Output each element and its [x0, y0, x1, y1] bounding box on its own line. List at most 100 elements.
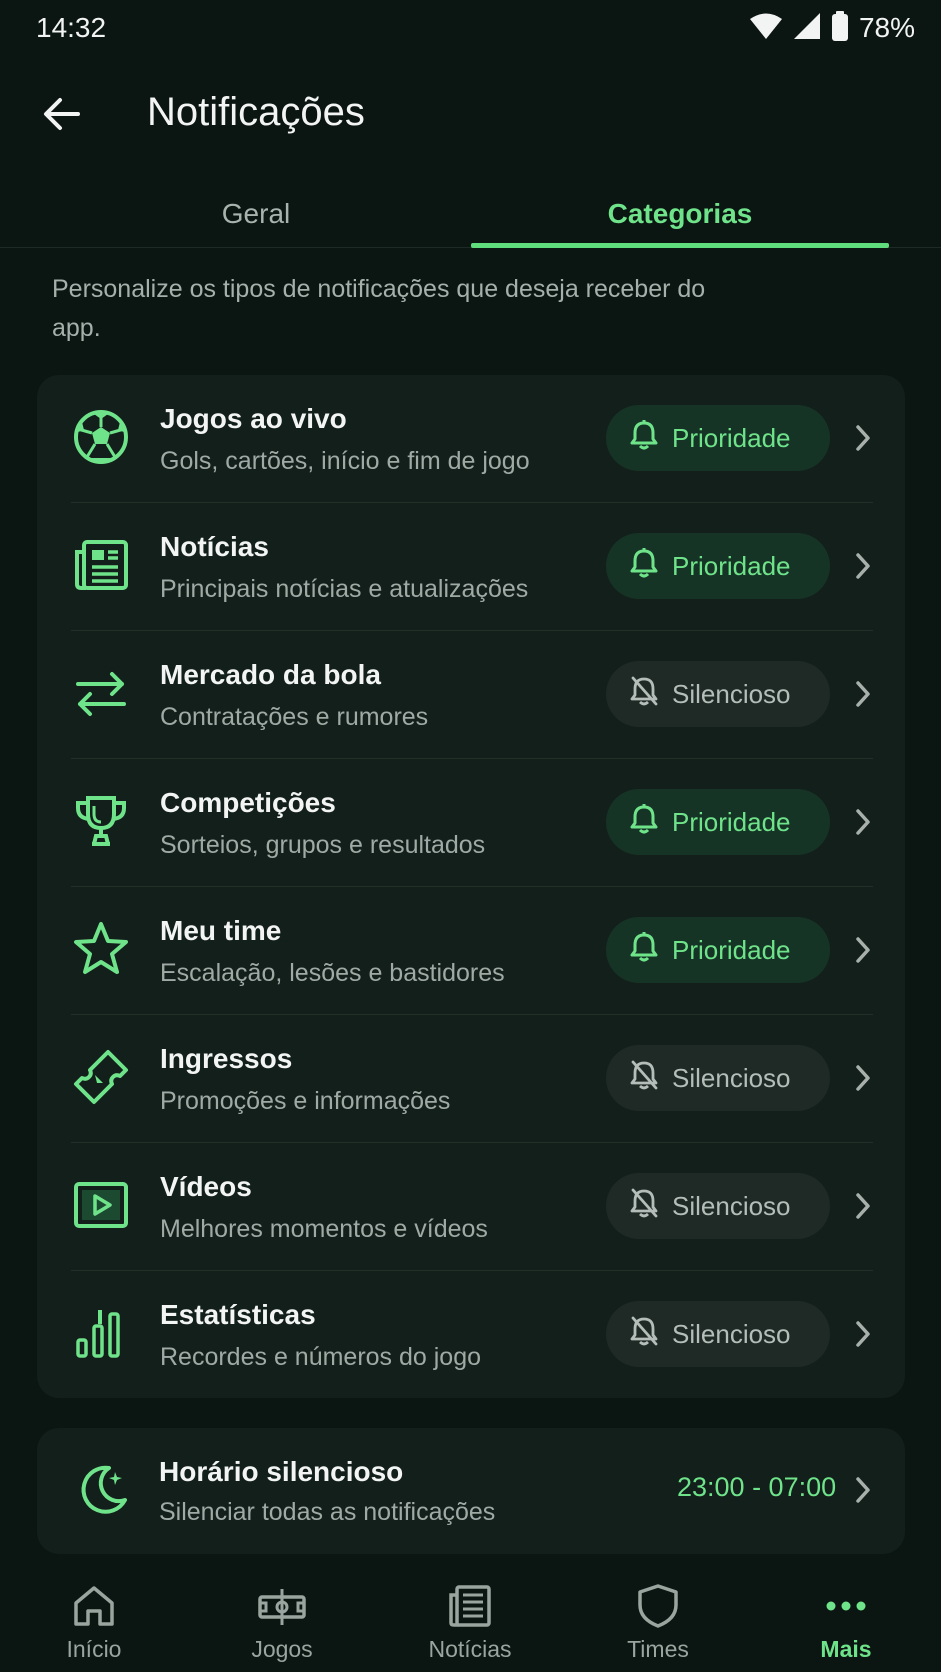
chevron-right-icon	[845, 420, 881, 456]
notification-level-pill[interactable]: Silencioso	[606, 1045, 830, 1111]
category-row[interactable]: Meu time Escalação, lesões e bastidores …	[37, 887, 905, 1015]
category-row[interactable]: Notícias Principais notícias e atualizaç…	[37, 503, 905, 631]
tab-bar: Geral Categorias	[0, 180, 941, 248]
status-bar: 14:32 78%	[0, 0, 941, 56]
bell-icon	[630, 931, 658, 969]
notification-level-pill[interactable]: Prioridade	[606, 789, 830, 855]
categories-card: Jogos ao vivo Gols, cartões, início e fi…	[37, 375, 905, 1398]
newspaper-icon	[71, 535, 131, 595]
bell-off-icon	[630, 1060, 658, 1097]
chevron-right-icon	[845, 804, 881, 840]
active-tab-indicator	[471, 243, 889, 248]
chevron-right-icon	[845, 1188, 881, 1224]
notification-level-pill[interactable]: Prioridade	[606, 405, 830, 471]
shield-icon	[628, 1578, 688, 1634]
category-row[interactable]: Jogos ao vivo Gols, cartões, início e fi…	[37, 375, 905, 503]
notification-level-label: Prioridade	[672, 806, 791, 837]
category-title: Meu time	[160, 915, 282, 946]
category-row[interactable]: Competições Sorteios, grupos e resultado…	[37, 759, 905, 887]
notification-level-pill[interactable]: Silencioso	[606, 1173, 830, 1239]
news-icon	[440, 1578, 500, 1634]
category-title: Vídeos	[160, 1171, 252, 1202]
nav-label: Jogos	[251, 1636, 313, 1662]
category-title: Mercado da bola	[160, 659, 381, 690]
category-title: Jogos ao vivo	[160, 403, 347, 434]
category-subtitle: Sorteios, grupos e resultados	[160, 831, 486, 859]
category-subtitle: Contratações e rumores	[160, 703, 429, 731]
notification-level-pill[interactable]: Prioridade	[606, 533, 830, 599]
soccer-ball-icon	[71, 407, 131, 467]
nav-label: Início	[66, 1636, 122, 1662]
quiet-hours-range: 23:00 - 07:00	[677, 1472, 837, 1502]
quiet-hours-title: Horário silencioso	[159, 1456, 404, 1487]
bell-off-icon	[630, 1316, 658, 1353]
wifi-icon	[749, 12, 783, 45]
chevron-right-icon	[845, 1472, 881, 1508]
category-row[interactable]: Estatísticas Recordes e números do jogo …	[37, 1271, 905, 1399]
cellular-signal-icon	[793, 12, 821, 45]
notification-level-label: Prioridade	[672, 550, 791, 581]
nav-item-noticias[interactable]: Notícias	[376, 1558, 564, 1672]
category-title: Competições	[160, 787, 336, 818]
moon-icon	[71, 1460, 131, 1520]
quiet-hours-subtitle: Silenciar todas as notificações	[159, 1498, 496, 1526]
bell-icon	[630, 419, 658, 457]
nav-label: Times	[627, 1636, 689, 1662]
home-icon	[64, 1578, 124, 1634]
page-title: Notificações	[147, 90, 365, 134]
category-subtitle: Melhores momentos e vídeos	[160, 1215, 488, 1243]
chevron-right-icon	[845, 1060, 881, 1096]
chevron-right-icon	[845, 676, 881, 712]
back-button[interactable]	[36, 90, 88, 142]
more-icon	[816, 1578, 876, 1634]
category-subtitle: Escalação, lesões e bastidores	[160, 959, 505, 987]
nav-label: Notícias	[428, 1636, 512, 1662]
transfer-arrows-icon	[71, 663, 131, 723]
notification-level-label: Silencioso	[672, 1062, 791, 1093]
notification-level-pill[interactable]: Silencioso	[606, 1301, 830, 1367]
notification-level-label: Silencioso	[672, 1318, 791, 1349]
notification-level-label: Prioridade	[672, 422, 791, 453]
tab-categorias[interactable]: Categorias	[471, 180, 889, 248]
nav-item-inicio[interactable]: Início	[0, 1558, 188, 1672]
category-subtitle: Recordes e números do jogo	[160, 1343, 482, 1371]
video-icon	[71, 1175, 131, 1235]
category-row[interactable]: Vídeos Melhores momentos e vídeos Silenc…	[37, 1143, 905, 1271]
category-title: Notícias	[160, 531, 269, 562]
status-icons: 78%	[749, 10, 915, 46]
category-subtitle: Principais notícias e atualizações	[160, 575, 529, 603]
nav-item-mais[interactable]: Mais	[752, 1558, 940, 1672]
notification-level-label: Silencioso	[672, 1190, 791, 1221]
bottom-navigation: Início Jogos Notícias Times Mais	[0, 1558, 941, 1672]
nav-item-jogos[interactable]: Jogos	[188, 1558, 376, 1672]
chevron-right-icon	[845, 1316, 881, 1352]
app-bar: Notificações	[0, 70, 941, 160]
trophy-icon	[71, 791, 131, 851]
notification-level-pill[interactable]: Silencioso	[606, 661, 830, 727]
star-icon	[71, 919, 131, 979]
category-subtitle: Gols, cartões, início e fim de jogo	[160, 447, 530, 475]
chevron-right-icon	[845, 548, 881, 584]
match-icon	[252, 1578, 312, 1634]
quiet-hours-row[interactable]: Horário silencioso Silenciar todas as no…	[37, 1428, 905, 1554]
category-title: Estatísticas	[160, 1299, 316, 1330]
battery-icon	[831, 10, 849, 46]
bell-off-icon	[630, 676, 658, 713]
nav-item-times[interactable]: Times	[564, 1558, 752, 1672]
bell-icon	[630, 547, 658, 585]
status-time: 14:32	[36, 12, 107, 43]
ticket-icon	[71, 1047, 131, 1107]
chevron-right-icon	[845, 932, 881, 968]
arrow-left-icon	[42, 94, 82, 139]
tab-geral[interactable]: Geral	[47, 180, 465, 248]
intro-text: Personalize os tipos de notificações que…	[52, 275, 706, 342]
category-subtitle: Promoções e informações	[160, 1087, 451, 1115]
nav-label: Mais	[820, 1636, 872, 1662]
bell-icon	[630, 803, 658, 841]
notification-level-pill[interactable]: Prioridade	[606, 917, 830, 983]
bar-chart-icon	[71, 1303, 131, 1363]
category-row[interactable]: Ingressos Promoções e informações Silenc…	[37, 1015, 905, 1143]
category-row[interactable]: Mercado da bola Contratações e rumores S…	[37, 631, 905, 759]
bell-off-icon	[630, 1188, 658, 1225]
battery-percentage: 78%	[858, 12, 915, 43]
